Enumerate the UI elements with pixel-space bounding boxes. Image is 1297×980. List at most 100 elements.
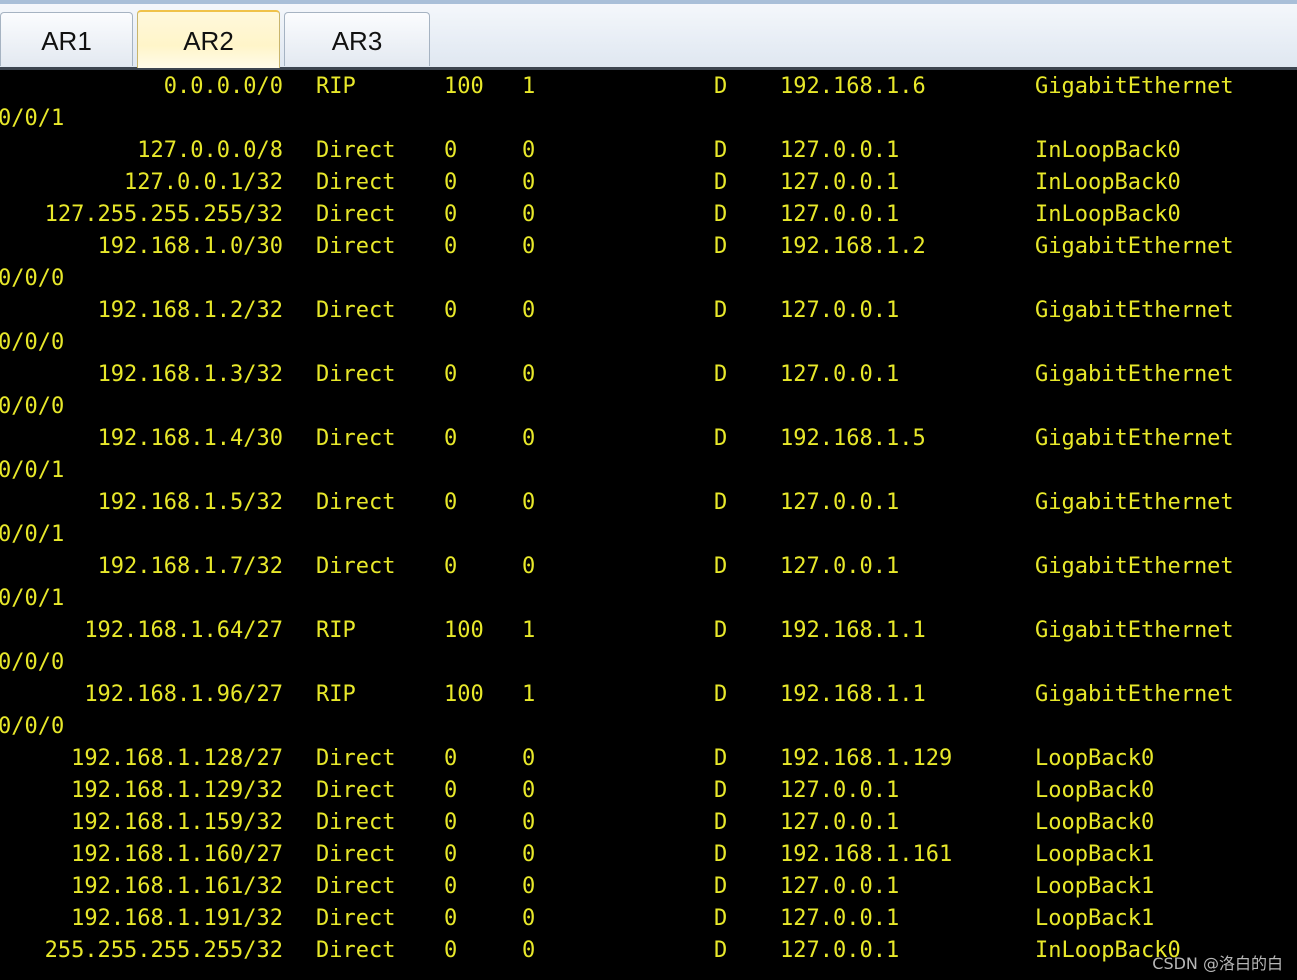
route-nexthop: 192.168.1.5 [780,426,926,451]
route-protocol: Direct [316,170,396,195]
route-destination: 192.168.1.96/27 [84,682,283,707]
route-row: 192.168.1.129/32 Direct 0 0 D 127.0.0.1 LoopBa… [0,776,1297,808]
route-row: 192.168.1.161/32 Direct 0 0 D 127.0.0.1 LoopBa… [0,872,1297,904]
route-nexthop: 127.0.0.1 [780,906,900,931]
route-flags: D [714,618,728,643]
route-interface: LoopBack0 [1035,810,1155,835]
route-protocol: Direct [316,746,396,771]
route-flags: D [714,202,728,227]
route-cost: 1 [522,74,536,99]
route-preference: 0 [444,874,458,899]
route-flags: D [714,426,728,451]
route-preference: 0 [444,810,458,835]
route-row-continuation: 0/0/0 [0,712,1297,744]
route-protocol: Direct [316,810,396,835]
route-cost: 1 [522,618,536,643]
route-cost: 0 [522,170,536,195]
route-preference: 0 [444,298,458,323]
route-row-continuation: 0/0/1 [0,520,1297,552]
route-cost: 0 [522,362,536,387]
route-flags: D [714,234,728,259]
route-protocol: RIP [316,682,356,707]
route-protocol: Direct [316,234,396,259]
route-nexthop: 192.168.1.1 [780,682,926,707]
route-protocol: RIP [316,74,356,99]
route-flags: D [714,842,728,867]
tab-ar2[interactable]: AR2 [137,10,280,68]
route-cost: 0 [522,202,536,227]
route-nexthop: 127.0.0.1 [780,874,900,899]
route-row: 192.168.1.5/32 Direct 0 0 D 127.0.0.1 GigabitE… [0,488,1297,520]
route-flags: D [714,74,728,99]
route-cost: 1 [522,682,536,707]
route-row-continuation: 0/0/1 [0,104,1297,136]
route-protocol: Direct [316,938,396,963]
route-nexthop: 127.0.0.1 [780,490,900,515]
route-interface-suffix: 0/0/1 [0,522,65,547]
route-nexthop: 127.0.0.1 [780,138,900,163]
route-destination: 192.168.1.191/32 [71,906,283,931]
route-interface-suffix: 0/0/1 [0,458,65,483]
tab-ar3[interactable]: AR3 [284,12,430,66]
route-protocol: Direct [316,138,396,163]
route-row: 127.0.0.1/32 Direct 0 0 D 127.0.0.1 InLoopBack… [0,168,1297,200]
route-preference: 100 [444,682,484,707]
route-preference: 0 [444,906,458,931]
route-cost: 0 [522,906,536,931]
route-interface-suffix: 0/0/0 [0,330,65,355]
route-destination: 192.168.1.129/32 [71,778,283,803]
route-interface-suffix: 0/0/0 [0,650,65,675]
route-preference: 0 [444,202,458,227]
route-nexthop: 192.168.1.2 [780,234,926,259]
route-protocol: Direct [316,426,396,451]
route-destination: 255.255.255.255/32 [44,938,283,963]
route-interface: LoopBack1 [1035,874,1155,899]
tab-ar1[interactable]: AR1 [0,12,133,66]
route-nexthop: 127.0.0.1 [780,170,900,195]
route-nexthop: 127.0.0.1 [780,554,900,579]
route-destination: 192.168.1.159/32 [71,810,283,835]
route-interface: GigabitEthernet [1035,234,1234,259]
route-destination: 0.0.0.0/0 [163,74,283,99]
route-cost: 0 [522,490,536,515]
route-preference: 0 [444,778,458,803]
route-interface: InLoopBack0 [1035,138,1181,163]
route-row: 192.168.1.160/27 Direct 0 0 D 192.168.1.161 Lo… [0,840,1297,872]
route-protocol: Direct [316,362,396,387]
route-flags: D [714,810,728,835]
console-output[interactable]: 0.0.0.0/0 RIP 100 1 D 192.168.1.6 GigabitEther… [0,70,1297,980]
route-flags: D [714,362,728,387]
route-cost: 0 [522,298,536,323]
route-row-continuation: 0/0/1 [0,456,1297,488]
route-cost: 0 [522,874,536,899]
route-destination: 192.168.1.2/32 [97,298,283,323]
route-protocol: RIP [316,618,356,643]
route-destination: 192.168.1.3/32 [97,362,283,387]
route-row: 192.168.1.4/30 Direct 0 0 D 192.168.1.5 Gigabi… [0,424,1297,456]
route-row-continuation: 0/0/1 [0,584,1297,616]
route-interface: GigabitEthernet [1035,298,1234,323]
route-nexthop: 127.0.0.1 [780,298,900,323]
watermark: CSDN @洛白的白 [1152,954,1283,973]
route-protocol: Direct [316,298,396,323]
route-interface: LoopBack0 [1035,778,1155,803]
route-row: 127.255.255.255/32 Direct 0 0 D 127.0.0.1 InLo… [0,200,1297,232]
route-row-continuation: 0/0/0 [0,392,1297,424]
route-preference: 100 [444,74,484,99]
route-row: 192.168.1.191/32 Direct 0 0 D 127.0.0.1 LoopBa… [0,904,1297,936]
route-nexthop: 192.168.1.6 [780,74,926,99]
route-destination: 192.168.1.7/32 [97,554,283,579]
route-cost: 0 [522,234,536,259]
route-destination: 192.168.1.0/30 [97,234,283,259]
route-flags: D [714,138,728,163]
route-protocol: Direct [316,842,396,867]
route-protocol: Direct [316,906,396,931]
route-flags: D [714,682,728,707]
route-row: 255.255.255.255/32 Direct 0 0 D 127.0.0.1 InLo… [0,936,1297,968]
route-protocol: Direct [316,490,396,515]
route-destination: 192.168.1.5/32 [97,490,283,515]
route-interface: GigabitEthernet [1035,618,1234,643]
route-nexthop: 127.0.0.1 [780,810,900,835]
route-destination: 192.168.1.64/27 [84,618,283,643]
route-preference: 0 [444,426,458,451]
